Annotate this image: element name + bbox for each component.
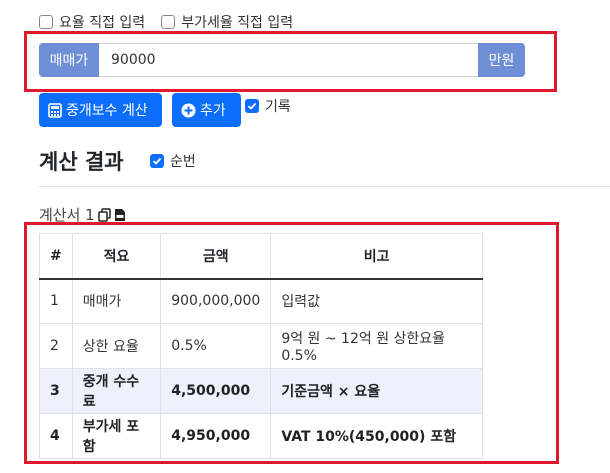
record-checkbox[interactable]: 기록 [245,96,291,116]
order-checkbox[interactable]: 순번 [150,151,196,171]
row-description: 부가세 포함 [71,413,162,459]
header-description: 적요 [71,233,162,280]
statement-title: 계산서 1 [39,204,126,225]
header-amount: 금액 [160,233,272,280]
order-label[interactable]: 순번 [170,151,196,171]
row-amount: 0.5% [160,323,272,369]
row-amount: 900,000,000 [160,278,272,324]
checkbox-checked-icon[interactable] [245,99,259,113]
record-label[interactable]: 기록 [265,96,291,116]
vat-manual-checkbox[interactable]: 부가세율 직접 입력 [161,12,293,32]
row-number: 2 [39,323,73,369]
header-remarks: 비고 [270,233,483,280]
add-button[interactable]: 추가 [172,93,241,127]
plus-circle-icon [181,103,196,117]
vat-manual-label[interactable]: 부가세율 직접 입력 [181,12,293,32]
statement-table: # 적요 금액 비고 1 매매가 900,000,000 입력값 2 상한 요율… [39,233,483,459]
table-row: 2 상한 요율 0.5% 9억 원 ~ 12억 원 상한요율 0.5% [39,323,483,369]
checkbox-unchecked-icon[interactable] [39,15,53,29]
calc-fee-button[interactable]: 중개보수 계산 [39,93,162,127]
row-number: 1 [39,278,73,324]
table-row: 4 부가세 포함 4,950,000 VAT 10%(450,000) 포함 [39,413,483,459]
table-header-row: # 적요 금액 비고 [39,233,483,280]
csv-file-icon[interactable] [114,208,126,222]
header-number: # [39,233,73,280]
checkbox-checked-icon[interactable] [150,154,164,168]
price-input-group: 매매가 90000 만원 [39,43,525,77]
options-row: 요율 직접 입력 부가세율 직접 입력 [39,12,301,32]
calc-fee-label: 중개보수 계산 [66,103,148,119]
row-number: 4 [39,413,73,459]
row-remarks: VAT 10%(450,000) 포함 [270,413,483,459]
row-description: 중개 수수료 [71,368,162,414]
result-heading: 계산 결과 [39,150,124,174]
add-label: 추가 [200,103,226,119]
row-remarks: 기준금액 × 요율 [270,368,483,414]
row-remarks: 입력값 [270,278,483,324]
price-input[interactable]: 90000 [99,43,478,77]
statement-title-text: 계산서 1 [39,206,95,224]
table-row: 3 중개 수수료 4,500,000 기준금액 × 요율 [39,368,483,414]
row-number: 3 [39,368,73,414]
row-remarks: 9억 원 ~ 12억 원 상한요율 0.5% [270,323,483,369]
row-description: 상한 요율 [71,323,162,369]
price-unit: 만원 [478,43,525,77]
rate-manual-label[interactable]: 요율 직접 입력 [59,12,145,32]
divider [39,186,610,187]
copy-icon[interactable] [97,207,111,222]
calculator-icon [48,102,62,118]
rate-manual-checkbox[interactable]: 요율 직접 입력 [39,12,145,32]
price-label: 매매가 [39,43,99,77]
checkbox-unchecked-icon[interactable] [161,15,176,29]
table-row: 1 매매가 900,000,000 입력값 [39,278,483,324]
row-amount: 4,950,000 [160,413,272,459]
row-amount: 4,500,000 [160,368,272,414]
row-description: 매매가 [71,278,162,324]
